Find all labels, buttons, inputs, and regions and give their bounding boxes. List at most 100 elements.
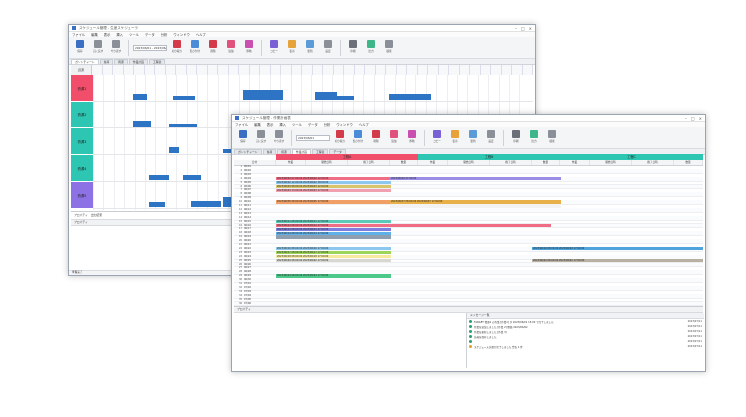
- menu-item[interactable]: データ: [308, 122, 318, 127]
- load-bar[interactable]: [315, 92, 337, 100]
- ribbon-button[interactable]: 更新: [465, 128, 481, 147]
- schedule-bar[interactable]: 2023/06/07 08:00:00 2023/06/07 17:00:00: [390, 200, 561, 204]
- load-bar[interactable]: [149, 202, 165, 207]
- menu-item[interactable]: ヘルプ: [359, 122, 369, 127]
- minimize-icon[interactable]: –: [685, 116, 687, 121]
- schedule-bar[interactable]: 2023/06/11 08:00:00 2023/06/11 17:00:00: [276, 219, 391, 224]
- ribbon-button[interactable]: 設定: [483, 128, 499, 147]
- ribbon-button[interactable]: 更新: [302, 38, 318, 57]
- menu-item[interactable]: 表示: [104, 32, 111, 37]
- ribbon-button[interactable]: 出力: [526, 128, 542, 147]
- ribbon-button[interactable]: 元に戻す: [253, 128, 269, 147]
- resource-label[interactable]: 資源5: [71, 182, 93, 208]
- ribbon-button[interactable]: 表示: [447, 128, 463, 147]
- date-range-field[interactable]: 2023/06/01 - 2023/06/30: [133, 44, 167, 51]
- schedule-bar[interactable]: 2023/06/03 13:00:00 2023/06/03 17:00:00: [276, 188, 391, 192]
- schedule-bar[interactable]: 2023/06/02 12:00:00 2023/06/02 18:00:00: [276, 180, 391, 185]
- load-bar[interactable]: [173, 96, 195, 100]
- date-range-field[interactable]: 2023/06/01: [296, 134, 330, 141]
- menu-item[interactable]: ウィンドウ: [173, 32, 189, 37]
- ribbon-button[interactable]: やり直す: [108, 38, 124, 57]
- menu-item[interactable]: ウィンドウ: [336, 122, 352, 127]
- minimize-icon[interactable]: –: [515, 26, 517, 31]
- document-tab[interactable]: 工程表: [148, 59, 166, 64]
- schedule-bar[interactable]: 2023/06/13 08:00:00 2023/06/13 17:00:00: [276, 227, 391, 231]
- schedule-bar[interactable]: 2023/06/18 08:00:00 2023/06/18 17:00:00: [276, 254, 391, 259]
- schedule-bar[interactable]: 2023/06/03 08:00:00 2023/06/03 12:00:00: [276, 184, 391, 189]
- ribbon-button[interactable]: 出力: [363, 38, 379, 57]
- ribbon-button[interactable]: 削除: [205, 38, 221, 57]
- resource-label[interactable]: 資源1: [71, 75, 93, 101]
- schedule-bar[interactable]: 2023/06/16 08:00:00 2023/06/16 17:00:00: [276, 247, 391, 251]
- load-bar[interactable]: [133, 121, 151, 127]
- menu-item[interactable]: 編集: [91, 32, 98, 37]
- tab-output[interactable]: 出力結果: [91, 213, 102, 218]
- schedule-bar[interactable]: 2023/06/19 08:00:00 2023/06/19 17:00:00: [532, 247, 703, 251]
- menu-item[interactable]: 挿入: [279, 122, 286, 127]
- resource-label[interactable]: 資源4: [71, 155, 93, 181]
- schedule-bar[interactable]: [276, 235, 391, 239]
- menu-item[interactable]: データ: [145, 32, 155, 37]
- ribbon-button[interactable]: 移動: [404, 128, 420, 147]
- close-icon[interactable]: ×: [529, 26, 532, 31]
- ribbon-button[interactable]: 印刷: [508, 128, 524, 147]
- message-row[interactable]: スケジュール計算が完了しました 警告 1 件 2023/07/11: [467, 344, 704, 349]
- schedule-bar[interactable]: 2023/06/14 08:00:00 2023/06/14 17:00:00: [276, 231, 391, 235]
- ribbon-button[interactable]: 削除: [368, 128, 384, 147]
- ribbon-button[interactable]: 表示: [284, 38, 300, 57]
- ribbon-button[interactable]: コピー: [429, 128, 445, 147]
- close-icon[interactable]: ×: [699, 116, 702, 121]
- menu-item[interactable]: 編集: [254, 122, 261, 127]
- schedule-bar[interactable]: [390, 223, 551, 228]
- ribbon-button[interactable]: 移動: [241, 38, 257, 57]
- ribbon-button[interactable]: 切り取り: [169, 38, 185, 57]
- schedule-bar[interactable]: [390, 204, 561, 208]
- menu-item[interactable]: ファイル: [235, 122, 248, 127]
- ribbon-button[interactable]: コピー: [266, 38, 282, 57]
- ribbon-button[interactable]: やり直す: [271, 128, 287, 147]
- menu-item[interactable]: 分析: [324, 122, 331, 127]
- ribbon-button[interactable]: 切り取り: [332, 128, 348, 147]
- schedule-bar[interactable]: 2023/06/12 08:00:00 2023/06/12 17:00:00: [276, 223, 391, 228]
- menu-item[interactable]: ヘルプ: [196, 32, 206, 37]
- ribbon-button[interactable]: 貼り付け: [350, 128, 366, 147]
- document-tab[interactable]: ガントチャート: [71, 59, 99, 64]
- ribbon-button[interactable]: 検索: [381, 38, 397, 57]
- document-tab[interactable]: 作業計画: [128, 59, 148, 64]
- ribbon-button[interactable]: 保存: [235, 128, 251, 147]
- maximize-icon[interactable]: □: [691, 116, 695, 121]
- schedule-bar[interactable]: 2023/06/24 08:00:00 2023/06/24 17:00:00: [276, 274, 391, 278]
- ribbon-button[interactable]: 印刷: [345, 38, 361, 57]
- load-bar[interactable]: [336, 96, 354, 100]
- ribbon-button[interactable]: 追加: [223, 38, 239, 57]
- load-bar[interactable]: [243, 90, 283, 100]
- schedule-bar[interactable]: 2023/06/02 07:00:00 2023/06/02 12:00:00: [276, 176, 391, 181]
- ribbon-button[interactable]: 追加: [386, 128, 402, 147]
- load-bar[interactable]: [149, 175, 169, 180]
- resource-label[interactable]: 資源2: [71, 102, 93, 127]
- schedule-bar[interactable]: 2023/06/22 08:00:00 2023/06/22 17:00:00: [532, 258, 703, 263]
- menu-item[interactable]: ファイル: [72, 32, 85, 37]
- load-bar[interactable]: [191, 201, 221, 207]
- document-tab[interactable]: 負荷: [99, 59, 114, 64]
- menu-item[interactable]: ツール: [292, 122, 302, 127]
- schedule-bar[interactable]: 2023/06/20 08:00:00 2023/06/20 17:00:00: [276, 258, 391, 263]
- ribbon-button[interactable]: 保存: [72, 38, 88, 57]
- ribbon-button[interactable]: 検索: [544, 128, 560, 147]
- ribbon-button[interactable]: 元に戻す: [90, 38, 106, 57]
- load-bar[interactable]: [169, 124, 197, 127]
- load-bar[interactable]: [183, 175, 201, 180]
- menu-item[interactable]: 挿入: [116, 32, 123, 37]
- load-bar[interactable]: [389, 94, 431, 100]
- load-bar[interactable]: [133, 94, 147, 100]
- menu-item[interactable]: 表示: [267, 122, 274, 127]
- schedule-bar[interactable]: 2023/06/17 08:00:00 2023/06/17 17:00:00: [276, 251, 391, 255]
- schedule-bar[interactable]: 2023/06/05 08:00:00 2023/06/05 17:00:00: [276, 200, 391, 204]
- maximize-icon[interactable]: □: [521, 26, 525, 31]
- ribbon-button[interactable]: 貼り付け: [187, 38, 203, 57]
- schedule-bar[interactable]: 2023/06/02 07:00:00: [390, 176, 561, 181]
- menu-item[interactable]: ツール: [129, 32, 139, 37]
- menu-item[interactable]: 分析: [161, 32, 168, 37]
- load-bar[interactable]: [169, 147, 179, 153]
- document-tab[interactable]: 資源: [114, 59, 128, 64]
